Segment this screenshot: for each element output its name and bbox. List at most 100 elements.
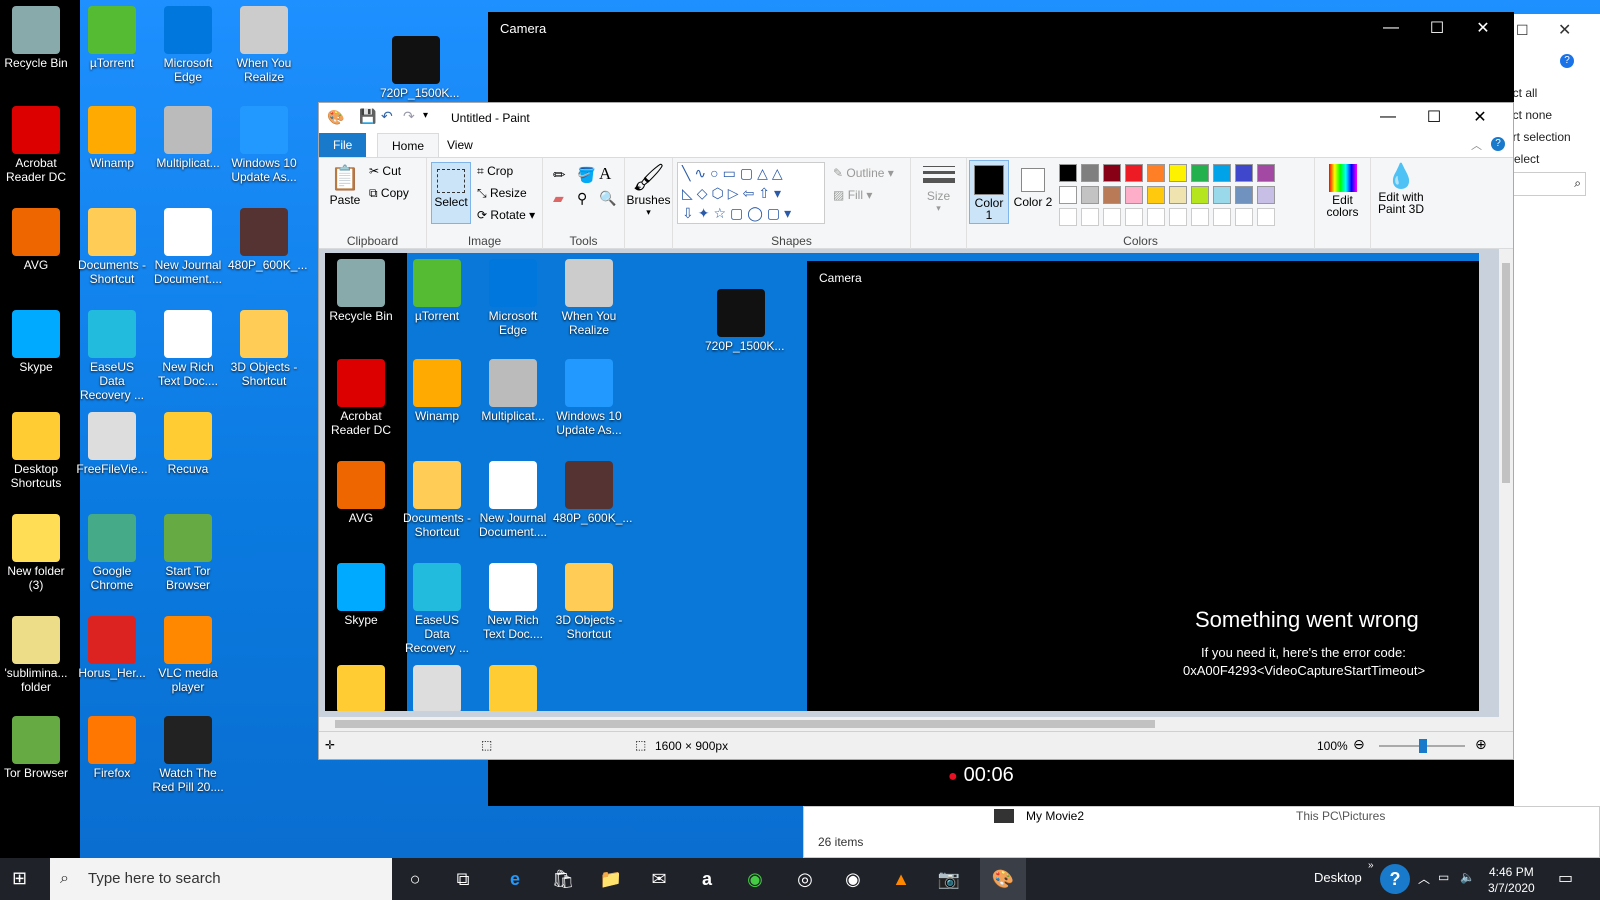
text-tool-icon[interactable]: A [599,164,611,184]
desktop-icon[interactable]: 720P_1500K... [380,36,459,100]
save-icon[interactable]: 💾 [359,108,376,125]
palette-swatch[interactable] [1059,164,1077,182]
brushes-button[interactable]: 🖌 Brushes ▾ [625,158,673,250]
desktop-icon[interactable]: Windows 10 Update As... [228,106,300,184]
desktop-icon[interactable]: 'sublimina... folder [0,616,72,694]
edge-icon[interactable]: e [500,864,530,894]
select-button[interactable]: Select [431,162,471,224]
desktop-toolbar-label[interactable]: Desktop [1314,870,1362,885]
tab-file[interactable]: File [319,133,367,157]
invert-selection-item[interactable]: ert selection [1506,126,1571,148]
amazon-icon[interactable]: a [692,864,722,894]
palette-swatch[interactable] [1191,164,1209,182]
palette-swatch[interactable] [1257,186,1275,204]
tripadvisor-icon[interactable]: ◉ [740,864,770,894]
desktop-icon[interactable]: Tor Browser [0,716,72,780]
vertical-scrollbar[interactable] [1499,249,1513,717]
crop-button[interactable]: ⌗ Crop [477,164,513,179]
undo-icon[interactable]: ↶ [381,108,393,125]
desktop-icon[interactable]: Recycle Bin [0,6,72,70]
custom-color-swatch[interactable] [1059,208,1077,226]
edit-with-paint3d-button[interactable]: 💧 Edit with Paint 3D [1371,158,1431,250]
windows-start-icon[interactable]: ⊞ [12,868,27,889]
palette-swatch[interactable] [1191,186,1209,204]
paint-maximize-button[interactable]: ☐ [1411,103,1457,131]
desktop-icon[interactable]: Recycle Bin [325,259,397,323]
desktop-icon[interactable]: 3D Objects - Shortcut [228,310,300,388]
desktop-icon[interactable]: New folder (3) [0,514,72,592]
desktop-icon[interactable]: New Journal Document.... [152,208,224,286]
custom-color-swatch[interactable] [1081,208,1099,226]
desktop-icon[interactable]: Watch The Red Pill 20.... [152,716,224,794]
desktop-icon[interactable]: When You Realize [553,259,625,337]
palette-swatch[interactable] [1147,186,1165,204]
desktop-icon[interactable]: Winamp [76,106,148,170]
color-picker-icon[interactable]: ⚲ [577,190,587,207]
desktop-icon[interactable]: Winamp [401,359,473,423]
desktop-icon[interactable]: Multiplicat... [477,359,549,423]
desktop-icon[interactable]: Google Chrome [76,514,148,592]
desktop-icon[interactable]: VLC media player [152,616,224,694]
size-button[interactable]: Size ▾ [911,158,967,250]
custom-color-swatch[interactable] [1213,208,1231,226]
desktop-icon[interactable]: Multiplicat... [152,106,224,170]
select-all-item[interactable]: ect all [1506,82,1571,104]
desktop-icon[interactable]: 480P_600K_... [228,208,307,272]
palette-swatch[interactable] [1169,186,1187,204]
desktop-icon[interactable]: Firefox [76,716,148,780]
desktop-icon[interactable]: AVG [0,208,72,272]
custom-color-swatch[interactable] [1257,208,1275,226]
outline-button[interactable]: ✎ Outline ▾ [833,166,894,180]
taskbar-search-box[interactable]: ⌕ Type here to search [50,858,392,900]
explorer-maximize-button[interactable]: ☐ [1516,22,1529,39]
clock[interactable]: 4:46 PM 3/7/2020 [1488,864,1535,896]
desktop-icon[interactable]: Documents - Shortcut [401,461,473,539]
camera-icon[interactable]: 📷 [934,864,964,894]
zoom-out-button[interactable]: ⊖ [1353,736,1365,753]
color1-button[interactable]: Color 1 [969,160,1009,224]
desktop-icon[interactable]: FreeFileVie... [401,665,473,711]
file-explorer-icon[interactable]: 📁 [596,864,626,894]
zoom-slider-thumb[interactable] [1419,739,1427,753]
cortana-icon[interactable]: ○ [400,864,430,894]
paint-window[interactable]: 🎨 💾 ↶ ↷ ▾ Untitled - Paint — ☐ ✕ File Ho… [318,102,1514,760]
desktop-icon[interactable]: µTorrent [76,6,148,70]
color2-button[interactable]: Color 2 [1013,160,1053,224]
palette-swatch[interactable] [1257,164,1275,182]
cut-button[interactable]: ✂ Cut [369,164,401,178]
file-explorer-window[interactable]: ☐ ✕ ? ect all ect none ert selection Sel… [1505,14,1600,857]
help-icon[interactable]: ? [1560,54,1574,68]
palette-swatch[interactable] [1169,164,1187,182]
palette-swatch[interactable] [1081,186,1099,204]
camera-minimize-button[interactable]: — [1368,12,1414,44]
desktop-icon[interactable]: FreeFileVie... [76,412,148,476]
palette-swatch[interactable] [1125,186,1143,204]
quick-access-dropdown-icon[interactable]: ▾ [423,110,428,121]
explorer-search-input[interactable]: ⌕ [1506,172,1586,196]
desktop-icon[interactable]: 480P_600K_... [553,461,632,525]
custom-color-swatch[interactable] [1125,208,1143,226]
explorer-close-button[interactable]: ✕ [1558,20,1571,40]
mail-icon[interactable]: ✉ [644,864,674,894]
horizontal-scrollbar[interactable] [319,717,1499,731]
pencil-icon[interactable]: ✏ [553,166,566,184]
network-icon[interactable]: ▭ [1438,870,1449,884]
desktop-icon[interactable]: Acrobat Reader DC [325,359,397,437]
collapse-ribbon-icon[interactable]: ︿ [1471,137,1482,153]
notifications-icon[interactable]: ▭ [1558,868,1573,888]
select-none-item[interactable]: ect none [1506,104,1571,126]
custom-color-swatch[interactable] [1235,208,1253,226]
palette-swatch[interactable] [1235,186,1253,204]
paint-taskbar-icon[interactable]: 🎨 [980,858,1026,900]
desktop-icon[interactable]: EaseUS Data Recovery ... [76,310,148,402]
camera-close-button[interactable]: ✕ [1460,12,1506,44]
desktop-icon[interactable]: Skype [0,310,72,374]
desktop-icon[interactable]: Recuva [152,412,224,476]
horizontal-scroll-thumb[interactable] [335,720,1155,728]
desktop-icon[interactable]: AVG [325,461,397,525]
desktop-icon[interactable]: Start Tor Browser [152,514,224,592]
desktop-icon[interactable]: µTorrent [401,259,473,323]
toolbar-expand-icon[interactable]: » [1368,860,1374,871]
desktop-icon[interactable]: Desktop Shortcuts [325,665,397,711]
vlc-icon[interactable]: ▲ [886,864,916,894]
